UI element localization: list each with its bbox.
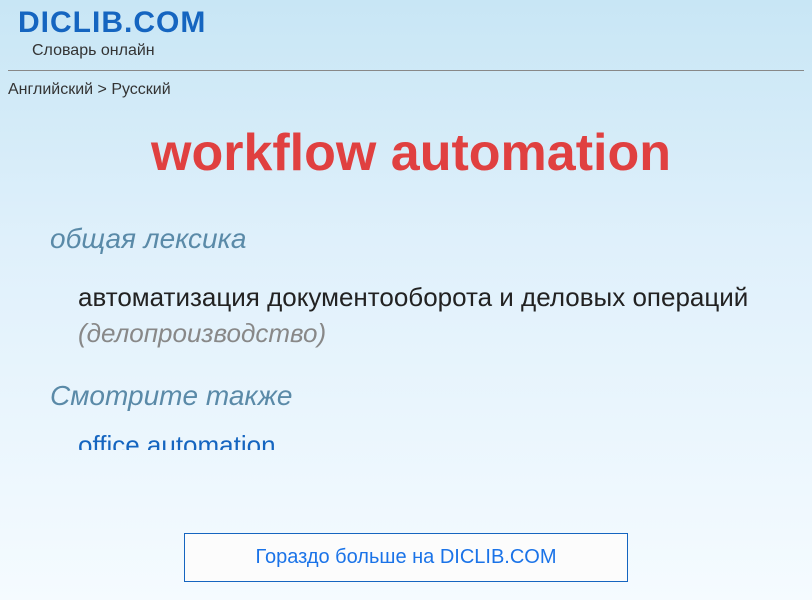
entry-content: workflow automation общая лексика автома… <box>0 99 812 450</box>
page-header: DICLIB.COM Словарь онлайн <box>0 0 812 64</box>
cta-wrapper: Гораздо больше на DICLIB.COM <box>0 533 812 582</box>
entry-category: общая лексика <box>50 223 772 255</box>
breadcrumb[interactable]: Английский > Русский <box>0 71 812 99</box>
definition-note: (делопроизводство) <box>78 318 326 348</box>
see-also-item[interactable]: office automation <box>50 430 772 450</box>
cta-button[interactable]: Гораздо больше на DICLIB.COM <box>184 533 627 582</box>
site-subtitle: Словарь онлайн <box>32 42 812 60</box>
entry-definition: автоматизация документооборота и деловых… <box>50 279 772 352</box>
see-also-heading: Смотрите также <box>50 380 772 412</box>
definition-main: автоматизация документооборота и деловых… <box>78 282 748 312</box>
site-title[interactable]: DICLIB.COM <box>18 6 812 40</box>
entry-term: workflow automation <box>50 123 772 183</box>
